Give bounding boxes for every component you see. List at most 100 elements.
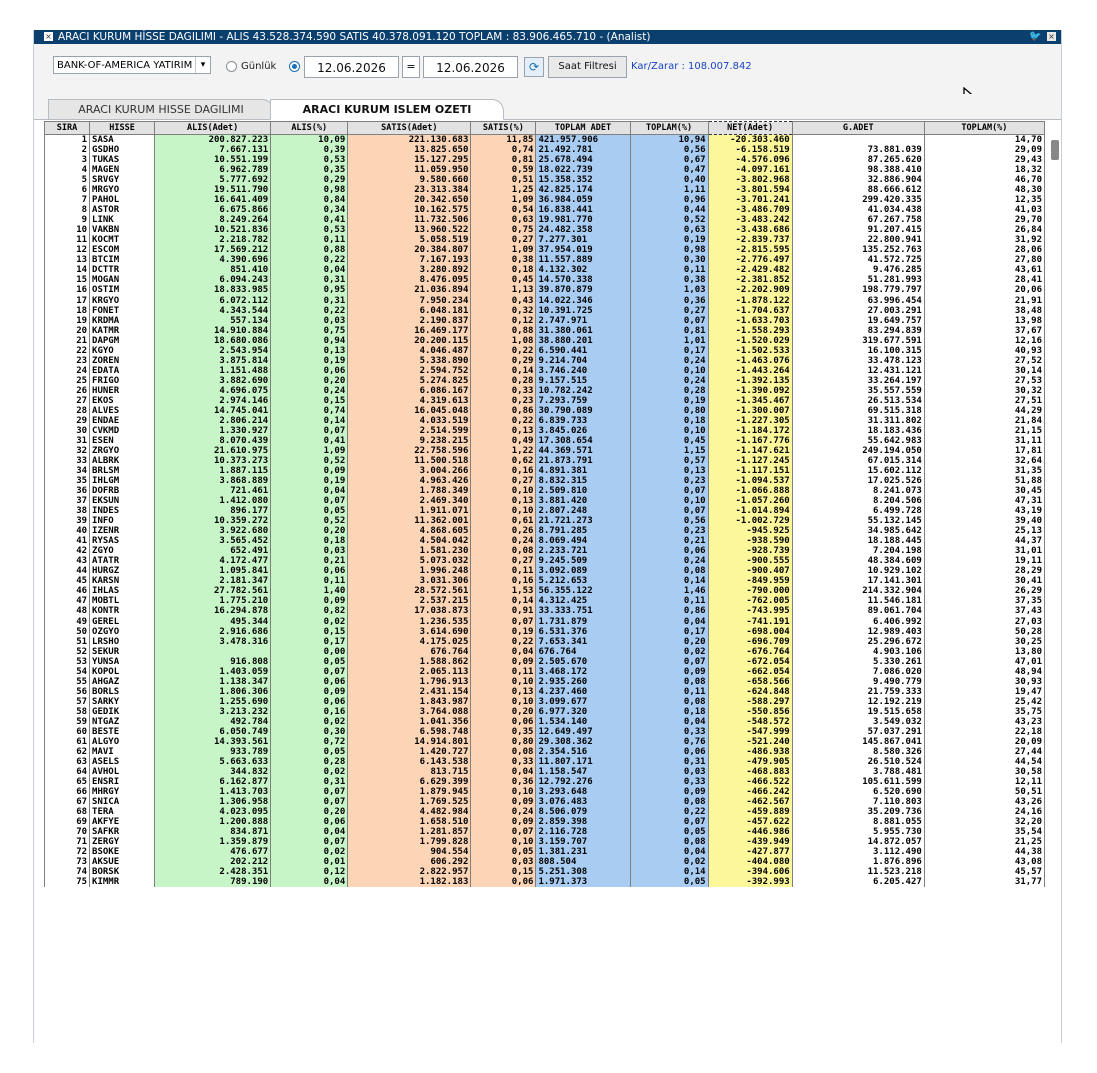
broker-select[interactable]: BANK-OF-AMERICA YATIRIM ▾ xyxy=(53,56,211,74)
table-row[interactable]: 6 MRGYO 19.511.790 0,98 23.313.384 1,25 42.825… xyxy=(43,185,1046,196)
twitter-icon[interactable]: 🐦 xyxy=(1029,32,1041,42)
tab-islem-ozeti[interactable]: ARACI KURUM ISLEM OZETI xyxy=(270,99,504,120)
refresh-icon[interactable]: ⟳ xyxy=(524,57,544,77)
table-row[interactable]: 56 BORLS 1.806.306 0,09 2.431.154 0,13 4.237.4… xyxy=(43,686,1046,697)
table-row[interactable]: 38 INDES 896.177 0,05 1.911.071 0,10 2.807.248… xyxy=(43,506,1046,517)
table-row[interactable]: 62 MAVI 933.789 0,05 1.420.727 0,08 2.354.516 0… xyxy=(43,746,1046,757)
table-row[interactable]: 55 AHGAZ 1.138.347 0,06 1.796.913 0,10 2.935.2… xyxy=(43,676,1046,687)
table-row[interactable]: 30 CVKMD 1.330.927 0,07 2.514.599 0,13 3.845.0… xyxy=(43,425,1046,436)
chevron-down-icon[interactable]: ▾ xyxy=(195,57,210,73)
table-row[interactable]: 17 KRGYO 6.072.112 0,31 7.950.234 0,43 14.022.… xyxy=(43,295,1046,306)
table-row[interactable]: 16 OSTIM 18.833.985 0,95 21.036.894 1,13 39.87… xyxy=(43,285,1046,296)
table-row[interactable]: 60 BESTE 6.050.749 0,30 6.598.748 0,35 12.649.… xyxy=(43,726,1046,737)
col-header-satis-pct[interactable]: SATIS(%) xyxy=(470,121,537,135)
table-row[interactable]: 11 KOCMT 2.218.782 0,11 5.058.519 0,27 7.277.3… xyxy=(43,235,1046,246)
table-row[interactable]: 13 BTCIM 4.390.696 0,22 7.167.193 0,38 11.557.… xyxy=(43,255,1046,266)
col-header-g-adet[interactable]: G.ADET xyxy=(791,121,925,135)
table-row[interactable]: 28 ALVES 14.745.041 0,74 16.045.048 0,86 30.79… xyxy=(43,405,1046,416)
table-row[interactable]: 36 DOFRB 721.461 0,04 1.788.349 0,10 2.509.810… xyxy=(43,486,1046,497)
table-row[interactable]: 8 ASTOR 6.675.866 0,34 10.162.575 0,54 16.838.… xyxy=(43,205,1046,216)
table-row[interactable]: 70 SAFKR 834.871 0,04 1.281.857 0,07 2.116.728… xyxy=(43,827,1046,838)
window-menu-icon[interactable]: × xyxy=(44,32,53,41)
table-row[interactable]: 66 MHRGY 1.413.703 0,07 1.879.945 0,10 3.293.6… xyxy=(43,787,1046,798)
table-row[interactable]: 74 BORSK 2.428.351 0,12 2.822.957 0,15 5.251.3… xyxy=(43,867,1046,878)
table-row[interactable]: 21 DAPGM 18.680.086 0,94 20.200.115 1,08 38.88… xyxy=(43,335,1046,346)
table-row[interactable]: 59 NTGAZ 492.784 0,02 1.041.356 0,06 1.534.140… xyxy=(43,716,1046,727)
col-header-toplam-adet[interactable]: TOPLAM ADET xyxy=(535,121,631,135)
table-row[interactable]: 35 IHLGM 3.868.889 0,19 4.963.426 0,27 8.832.3… xyxy=(43,476,1046,487)
table-row[interactable]: 31 ESEN 8.070.439 0,41 9.238.215 0,49 17.308.6… xyxy=(43,435,1046,446)
table-row[interactable]: 27 EKOS 2.974.146 0,15 4.319.613 0,23 7.293.75… xyxy=(43,395,1046,406)
col-header-hisse[interactable]: HISSE xyxy=(89,121,156,135)
table-row[interactable]: 37 EKSUN 1.412.080 0,07 2.469.340 0,13 3.881.4… xyxy=(43,496,1046,507)
table-row[interactable]: 2 GSDHO 7.667.131 0,39 13.825.650 0,74 21.492.… xyxy=(43,145,1046,156)
date-from-input[interactable]: 12.06.2026 xyxy=(304,56,399,78)
table-row[interactable]: 64 AVHOL 344.832 0,02 813.715 0,04 1.158.547 0,… xyxy=(43,766,1046,777)
table-row[interactable]: 45 KARSN 2.181.347 0,11 3.031.306 0,16 5.212.6… xyxy=(43,576,1046,587)
table-row[interactable]: 19 KRDMA 557.134 0,03 2.190.837 0,12 2.747.971… xyxy=(43,315,1046,326)
table-row[interactable]: 40 IZENR 3.922.680 0,20 4.868.605 0,26 8.791.2… xyxy=(43,526,1046,537)
table-row[interactable]: 4 MAGEN 6.962.789 0,35 11.059.950 0,59 18.022.… xyxy=(43,165,1046,176)
table-row[interactable]: 50 OZGYO 2.916.686 0,15 3.614.690 0,19 6.531.3… xyxy=(43,626,1046,637)
table-row[interactable]: 46 IHLAS 27.782.561 1,40 28.572.561 1,53 56.35… xyxy=(43,586,1046,597)
table-row[interactable]: 61 ALGYO 14.393.561 0,72 14.914.801 0,80 29.30… xyxy=(43,736,1046,747)
col-header-alis-adet[interactable]: ALIS(Adet) xyxy=(154,121,272,135)
daily-radio[interactable] xyxy=(226,61,237,72)
table-row[interactable]: 51 LRSHO 3.478.316 0,17 4.175.025 0,22 7.653.3… xyxy=(43,636,1046,647)
table-row[interactable]: 67 SNICA 1.306.958 0,07 1.769.525 0,09 3.076.4… xyxy=(43,797,1046,808)
table-row[interactable]: 15 MOGAN 6.094.243 0,31 8.476.095 0,45 14.570.… xyxy=(43,275,1046,286)
equals-button[interactable]: = xyxy=(402,56,420,78)
table-row[interactable]: 22 KGYO 2.543.954 0,13 4.046.487 0,22 6.590.44… xyxy=(43,345,1046,356)
table-row[interactable]: 75 KIMMR 789.190 0,04 1.182.183 0,06 1.971.373… xyxy=(43,877,1046,888)
close-icon[interactable]: × xyxy=(1047,32,1056,41)
table-row[interactable]: 44 HURGZ 1.095.841 0,06 1.996.248 0,11 3.092.0… xyxy=(43,566,1046,577)
table-row[interactable]: 58 GEDIK 3.213.232 0,16 3.764.088 0,20 6.977.3… xyxy=(43,706,1046,717)
table-row[interactable]: 43 ATATR 4.172.477 0,21 5.073.032 0,27 9.245.5… xyxy=(43,556,1046,567)
col-header-toplam-pct[interactable]: TOPLAM(%) xyxy=(629,121,709,135)
table-row[interactable]: 53 YUNSA 916.808 0,05 1.588.862 0,09 2.505.670… xyxy=(43,656,1046,667)
table-row[interactable]: 72 BSOKE 476.677 0,02 904.554 0,05 1.381.231 0,… xyxy=(43,847,1046,858)
col-header-toplam-pct-2[interactable]: TOPLAM(%) xyxy=(923,121,1046,135)
table-row[interactable]: 33 ALBRK 10.373.273 0,52 11.500.518 0,62 21.87… xyxy=(43,456,1046,467)
table-row[interactable]: 12 ESCOM 17.569.212 0,88 20.384.807 1,09 37.95… xyxy=(43,245,1046,256)
table-row[interactable]: 32 ZRGYO 21.610.975 1,09 22.758.596 1,22 44.36… xyxy=(43,445,1046,456)
table-row[interactable]: 49 GEREL 495.344 0,02 1.236.535 0,07 1.731.879… xyxy=(43,616,1046,627)
table-row[interactable]: 34 BRLSM 1.887.115 0,09 3.004.266 0,16 4.891.3… xyxy=(43,466,1046,477)
col-header-satis-adet[interactable]: SATIS(Adet) xyxy=(347,121,472,135)
table-row[interactable]: 10 VAKBN 10.521.836 0,53 13.960.522 0,75 24.48… xyxy=(43,225,1046,236)
table-row[interactable]: 18 FONET 4.343.544 0,22 6.048.181 0,32 10.391.… xyxy=(43,305,1046,316)
table-row[interactable]: 69 AKFYE 1.200.888 0,06 1.658.510 0,09 2.859.3… xyxy=(43,817,1046,828)
date-range-radio[interactable] xyxy=(289,61,300,72)
table-row[interactable]: 5 SRVGY 5.777.692 0,29 9.580.660 0,51 15.358.3… xyxy=(43,175,1046,186)
table-row[interactable]: 47 MOBTL 1.775.210 0,09 2.537.215 0,14 4.312.4… xyxy=(43,596,1046,607)
vertical-scrollbar[interactable] xyxy=(1051,140,1059,160)
table-row[interactable]: 73 AKSUE 202.212 0,01 606.292 0,03 808.504 0,02… xyxy=(43,857,1046,868)
date-to-input[interactable]: 12.06.2026 xyxy=(423,56,518,78)
table-row[interactable]: 41 RYSAS 3.565.452 0,18 4.504.042 0,24 8.069.4… xyxy=(43,536,1046,547)
table-row[interactable]: 29 ENDAE 2.806.214 0,14 4.033.519 0,22 6.839.7… xyxy=(43,415,1046,426)
table-row[interactable]: 26 HUNER 4.696.075 0,24 6.086.167 0,33 10.782.… xyxy=(43,385,1046,396)
table-row[interactable]: 3 TUKAS 10.551.199 0,53 15.127.295 0,81 25.678… xyxy=(43,155,1046,166)
table-row[interactable]: 52 SEKUR 0,00 676.764 0,04 676.764 0,02 -676.76… xyxy=(43,646,1046,657)
table-row[interactable]: 57 SARKY 1.255.690 0,06 1.843.987 0,10 3.099.6… xyxy=(43,696,1046,707)
table-row[interactable]: 20 KATMR 14.910.884 0,75 16.469.177 0,88 31.38… xyxy=(43,325,1046,336)
table-row[interactable]: 7 PAHOL 16.641.409 0,84 20.342.650 1,09 36.984… xyxy=(43,195,1046,206)
table-row[interactable]: 14 DCTTR 851.410 0,04 3.280.892 0,18 4.132.302… xyxy=(43,265,1046,276)
table-row[interactable]: 65 ENSRI 6.162.877 0,31 6.629.399 0,36 12.792.… xyxy=(43,777,1046,788)
table-row[interactable]: 39 INFO 10.359.272 0,52 11.362.001 0,61 21.721… xyxy=(43,516,1046,527)
col-header-net-adet[interactable]: NET(Adet) xyxy=(707,121,793,135)
table-row[interactable]: 42 ZGYO 652.491 0,03 1.581.230 0,08 2.233.721 0… xyxy=(43,546,1046,557)
table-row[interactable]: 24 EDATA 1.151.488 0,06 2.594.752 0,14 3.746.2… xyxy=(43,365,1046,376)
table-row[interactable]: 63 ASELS 5.663.633 0,28 6.143.538 0,33 11.807.… xyxy=(43,756,1046,767)
col-header-alis-pct[interactable]: ALIS(%) xyxy=(270,121,349,135)
col-header-sira[interactable]: SIRA xyxy=(43,121,91,135)
table-row[interactable]: 9 LINK 8.249.264 0,41 11.732.506 0,63 19.981.7… xyxy=(43,215,1046,226)
table-row[interactable]: 23 ZOREN 3.875.814 0,19 5.338.890 0,29 9.214.7… xyxy=(43,355,1046,366)
table-row[interactable]: 1 SASA 200.827.223 10,09 221.130.683 11,85 421… xyxy=(43,134,1046,146)
table-row[interactable]: 68 TERA 4.023.095 0,20 4.482.984 0,24 8.506.07… xyxy=(43,807,1046,818)
table-row[interactable]: 54 KOPOL 1.403.059 0,07 2.065.113 0,11 3.468.1… xyxy=(43,666,1046,677)
table-row[interactable]: 71 ZERGY 1.359.879 0,07 1.799.828 0,10 3.159.7… xyxy=(43,837,1046,848)
time-filter-button[interactable]: Saat Filtresi xyxy=(548,56,627,78)
tab-hisse-dagilimi[interactable]: ARACI KURUM HISSE DAGILIMI xyxy=(48,99,274,119)
table-row[interactable]: 25 FRIGO 3.882.690 0,20 5.274.825 0,28 9.157.5… xyxy=(43,375,1046,386)
